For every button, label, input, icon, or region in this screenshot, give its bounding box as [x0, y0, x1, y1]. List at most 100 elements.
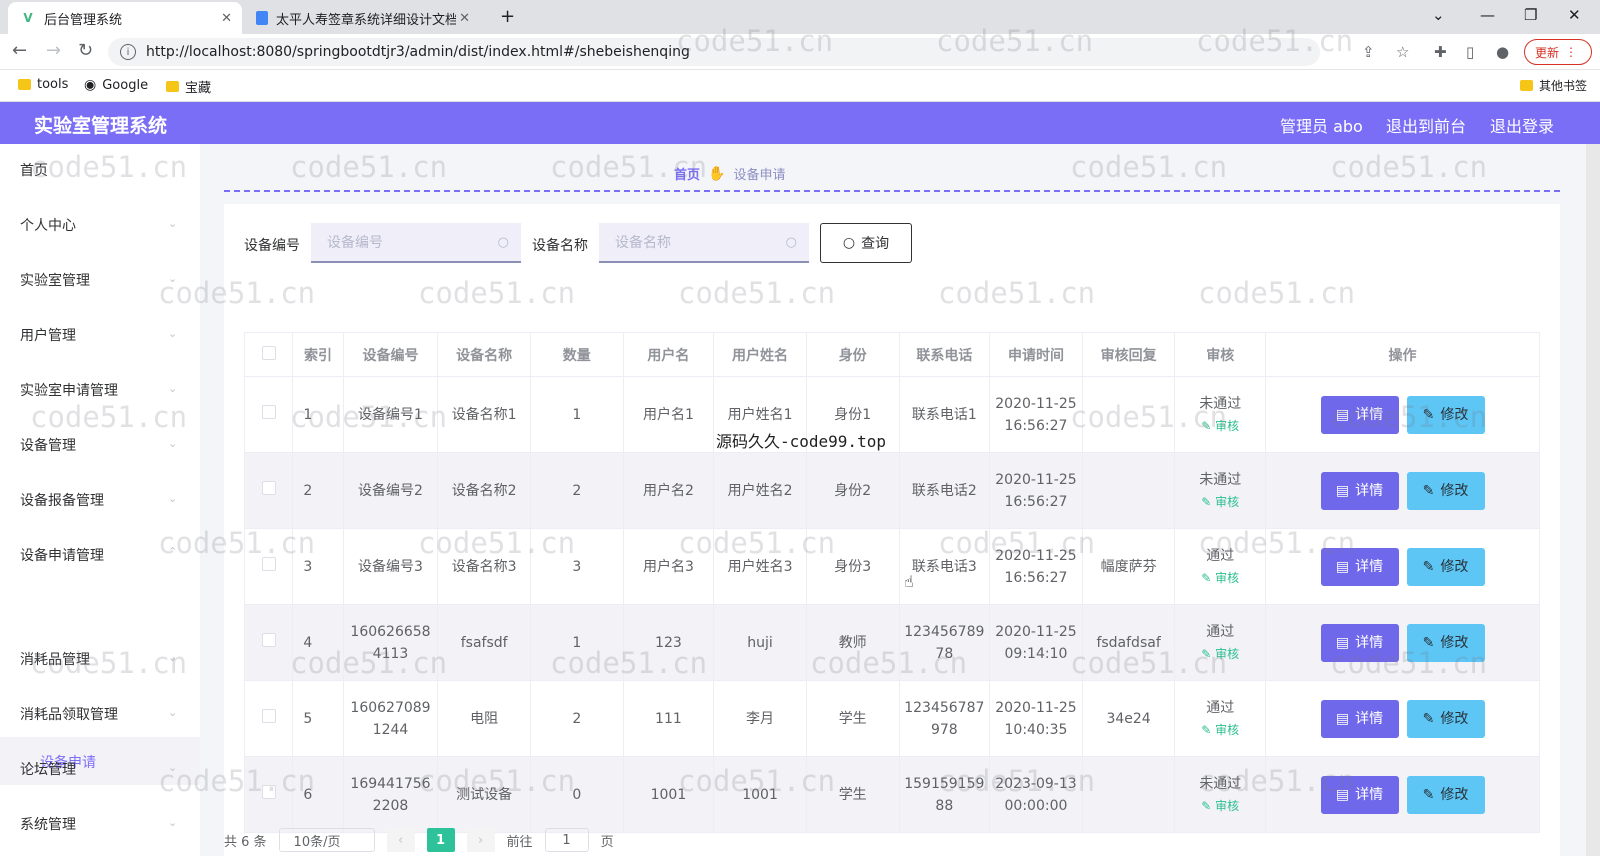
- goto-page-input[interactable]: 1: [544, 828, 589, 852]
- to-front-link[interactable]: 退出到前台: [1386, 113, 1466, 137]
- breadcrumb-home[interactable]: 首页: [674, 164, 700, 183]
- cell-uname: 李月: [713, 680, 807, 757]
- sidepanel-icon[interactable]: ▯: [1466, 43, 1474, 61]
- bookmark-google[interactable]: ◉ Google: [84, 77, 148, 93]
- table-row: 2 设备编号2 设备名称2 2 用户名2 用户姓名2 身份2 联系电话2 202…: [244, 452, 1540, 529]
- extensions-icon[interactable]: ✚: [1434, 43, 1447, 61]
- row-checkbox[interactable]: [261, 784, 276, 799]
- cell-name: fsafsdf: [437, 604, 531, 681]
- back-icon[interactable]: ←: [12, 40, 27, 61]
- detail-button[interactable]: ▤ 详情: [1320, 471, 1399, 510]
- row-checkbox[interactable]: [261, 480, 276, 495]
- page-number-current[interactable]: 1: [426, 828, 455, 852]
- share-icon[interactable]: ⇪: [1362, 43, 1375, 61]
- audit-link[interactable]: ✎ 审核: [1179, 567, 1261, 589]
- sidebar-item-users[interactable]: 用户管理: [20, 325, 76, 345]
- sidebar-item-consumables[interactable]: 消耗品管理: [20, 649, 90, 669]
- update-button[interactable]: 更新 ⋮: [1524, 39, 1592, 65]
- header-checkbox[interactable]: [244, 332, 294, 377]
- sidebar-item-system[interactable]: 系统管理: [20, 814, 76, 834]
- restore-icon[interactable]: ❐: [1524, 6, 1537, 24]
- apply-table: 索引 设备编号 设备名称 数量 用户名 用户姓名 身份 联系电话 申请时间 审核…: [244, 332, 1540, 833]
- bookmark-treasure[interactable]: 宝藏: [166, 77, 211, 96]
- cell-reply: [1082, 376, 1176, 453]
- detail-button[interactable]: ▤ 详情: [1320, 699, 1399, 738]
- cell-code: 设备编号2: [343, 452, 439, 529]
- logout-link[interactable]: 退出登录: [1490, 113, 1554, 137]
- detail-button[interactable]: ▤ 详情: [1320, 547, 1399, 586]
- forward-icon[interactable]: →: [46, 40, 61, 61]
- cell-role: 身份1: [806, 376, 900, 453]
- close-icon[interactable]: ✕: [221, 11, 232, 26]
- cell-actions: ▤ 详情 ✎ 修改: [1265, 376, 1540, 453]
- status-text: 未通过: [1199, 395, 1242, 412]
- audit-link[interactable]: ✎ 审核: [1179, 795, 1261, 817]
- row-checkbox[interactable]: [261, 404, 276, 419]
- star-icon[interactable]: ☆: [1396, 43, 1409, 61]
- sidebar-item-forum[interactable]: 论坛管理: [20, 759, 76, 779]
- detail-button[interactable]: ▤ 详情: [1320, 395, 1399, 434]
- scrollbar[interactable]: [1586, 144, 1600, 856]
- bookmark-tools[interactable]: tools: [18, 77, 68, 92]
- reload-icon[interactable]: ↻: [78, 40, 93, 61]
- edit-button[interactable]: ✎ 修改: [1406, 395, 1485, 434]
- table-header-row: 索引 设备编号 设备名称 数量 用户名 用户姓名 身份 联系电话 申请时间 审核…: [244, 332, 1540, 377]
- pencil-icon: ✎: [1422, 634, 1435, 651]
- name-search-input[interactable]: 设备名称 ○: [599, 223, 809, 263]
- close-icon[interactable]: ✕: [459, 11, 470, 26]
- edit-button[interactable]: ✎ 修改: [1406, 699, 1485, 738]
- audit-label: 审核: [1215, 798, 1240, 813]
- tab-title: 后台管理系统: [44, 12, 123, 28]
- code-search-input[interactable]: 设备编号 ○: [311, 223, 521, 263]
- sidebar-item-consumables-receive[interactable]: 消耗品领取管理: [20, 704, 118, 724]
- profile-icon[interactable]: ●: [1496, 43, 1509, 61]
- new-tab-icon[interactable]: +: [500, 6, 515, 27]
- page-size-select[interactable]: 10条/页: [278, 828, 375, 852]
- status-text: 通过: [1206, 547, 1235, 564]
- detail-button[interactable]: ▤ 详情: [1320, 623, 1399, 662]
- app-title: 实验室管理系统: [34, 115, 168, 137]
- sidebar-item-equipment[interactable]: 设备管理: [20, 435, 76, 455]
- row-checkbox[interactable]: [261, 708, 276, 723]
- prev-page-button[interactable]: ‹: [386, 828, 415, 852]
- cell-qty: 1: [530, 376, 624, 453]
- sidebar-item-equipment-report[interactable]: 设备报备管理: [20, 490, 104, 510]
- chevron-down-icon[interactable]: ⌄: [1432, 6, 1445, 24]
- audit-link[interactable]: ✎ 审核: [1179, 719, 1261, 741]
- cell-role: 身份2: [806, 452, 900, 529]
- cell-status: 未通过 ✎ 审核: [1174, 756, 1267, 833]
- cell-user: 用户名2: [623, 452, 715, 529]
- audit-link[interactable]: ✎ 审核: [1179, 415, 1261, 437]
- table-header: 设备编号: [343, 332, 439, 377]
- address-bar[interactable]: i http://localhost:8080/springbootdtjr3/…: [108, 38, 1320, 66]
- sidebar-item-equipment-apply[interactable]: 设备申请管理: [20, 545, 104, 565]
- browser-tab-doc[interactable]: 太平人寿签章系统详细设计文档 ✕: [244, 2, 480, 34]
- audit-link[interactable]: ✎ 审核: [1179, 491, 1261, 513]
- other-bookmarks[interactable]: 其他书签: [1520, 77, 1587, 94]
- next-page-button[interactable]: ›: [466, 828, 495, 852]
- audit-link[interactable]: ✎ 审核: [1179, 643, 1261, 665]
- edit-button[interactable]: ✎ 修改: [1406, 471, 1485, 510]
- minimize-icon[interactable]: —: [1480, 6, 1495, 24]
- cell-qty: 2: [530, 680, 624, 757]
- table-header: 审核: [1174, 332, 1267, 377]
- edit-button[interactable]: ✎ 修改: [1406, 775, 1485, 814]
- edit-icon: ✎: [1201, 798, 1212, 813]
- row-checkbox[interactable]: [261, 632, 276, 647]
- select-all-checkbox[interactable]: [261, 345, 276, 360]
- cell-time: 2020-11-25 09:14:10: [989, 604, 1083, 681]
- folder-icon: [166, 81, 179, 92]
- close-window-icon[interactable]: ✕: [1568, 6, 1581, 24]
- edit-button[interactable]: ✎ 修改: [1406, 623, 1485, 662]
- sidebar-item-lab-apply[interactable]: 实验室申请管理: [20, 380, 118, 400]
- sidebar-item-profile[interactable]: 个人中心: [20, 215, 76, 235]
- info-icon[interactable]: i: [120, 44, 136, 60]
- sidebar-item-home[interactable]: 首页: [20, 160, 48, 180]
- row-checkbox[interactable]: [261, 556, 276, 571]
- edit-button[interactable]: ✎ 修改: [1406, 547, 1485, 586]
- detail-button[interactable]: ▤ 详情: [1320, 775, 1399, 814]
- sidebar-item-lab[interactable]: 实验室管理: [20, 270, 90, 290]
- cell-uname: 用户姓名1: [713, 376, 807, 453]
- query-button[interactable]: ○ 查询: [820, 223, 912, 263]
- browser-tab-admin[interactable]: V 后台管理系统 ✕: [8, 2, 242, 34]
